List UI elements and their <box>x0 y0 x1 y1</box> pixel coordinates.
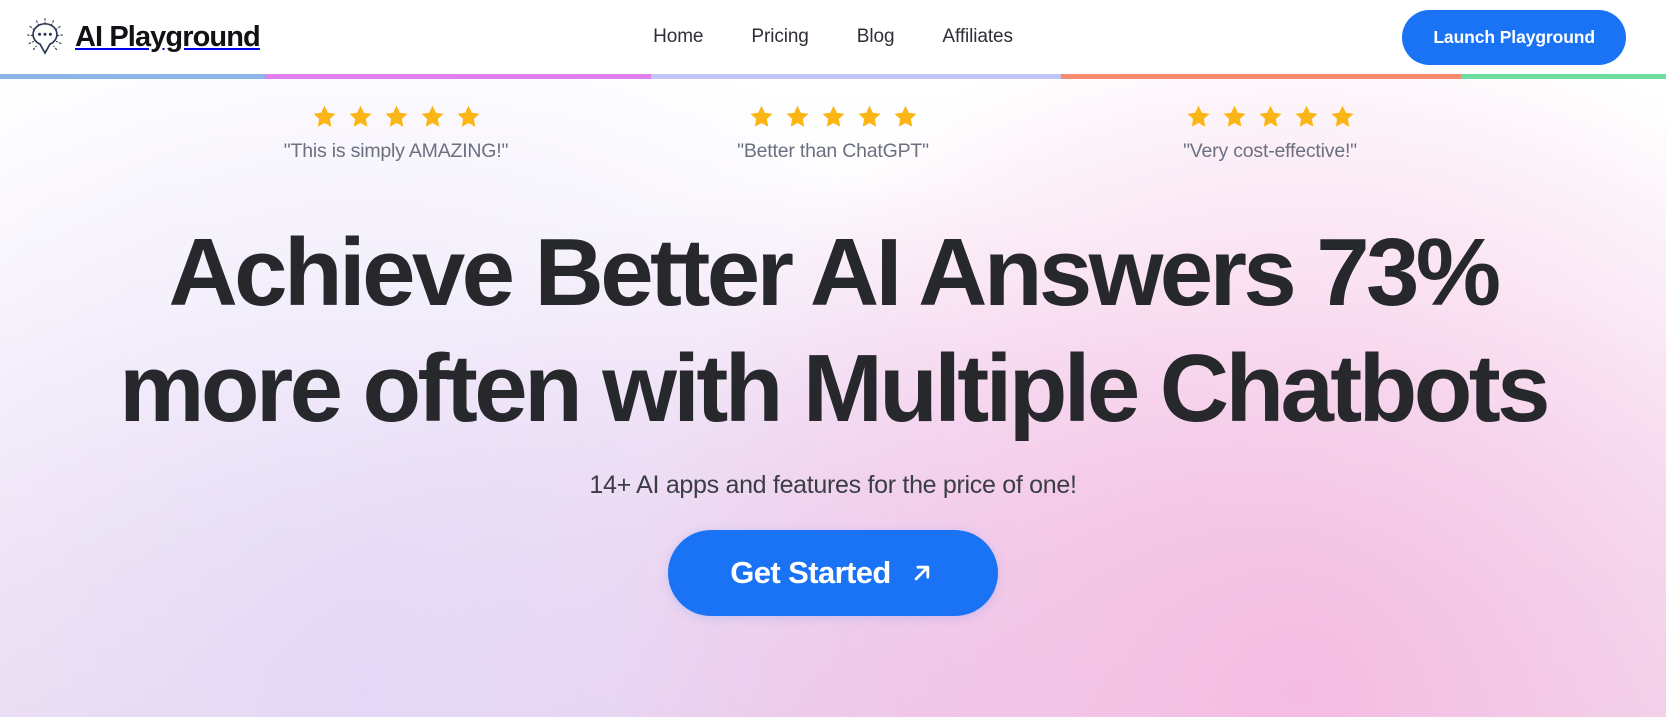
nav-item-pricing[interactable]: Pricing <box>751 26 808 48</box>
brand-logo-link[interactable]: AI Playground <box>24 16 261 58</box>
hero-section: "This is simply AMAZING!" "Better than C… <box>0 79 1666 717</box>
star-icon <box>348 104 373 129</box>
hero-headline: Achieve Better AI Answers 73% more often… <box>0 215 1666 447</box>
color-bar-segment-5 <box>1461 74 1666 79</box>
get-started-label: Get Started <box>730 555 891 591</box>
landing-page: AI Playground Home Pricing Blog Affiliat… <box>0 0 1666 717</box>
main-nav: Home Pricing Blog Affiliates <box>653 26 1013 48</box>
get-started-button[interactable]: Get Started <box>668 530 998 617</box>
hero-cta-wrap: Get Started <box>0 530 1666 617</box>
star-icon <box>1294 104 1319 129</box>
testimonial-1: "This is simply AMAZING!" <box>178 104 615 163</box>
star-icon <box>1222 104 1247 129</box>
star-rating-3 <box>1052 104 1489 129</box>
nav-item-home[interactable]: Home <box>653 26 703 48</box>
nav-item-affiliates[interactable]: Affiliates <box>942 26 1013 48</box>
site-header: AI Playground Home Pricing Blog Affiliat… <box>0 0 1666 74</box>
star-icon <box>785 104 810 129</box>
testimonials-row: "This is simply AMAZING!" "Better than C… <box>0 79 1666 163</box>
headline-line-1: Achieve Better AI Answers 73% <box>168 219 1501 326</box>
gradient-divider-bar <box>0 74 1666 79</box>
launch-playground-button[interactable]: Launch Playground <box>1402 9 1626 65</box>
color-bar-segment-2 <box>264 74 652 79</box>
testimonial-quote: "This is simply AMAZING!" <box>283 140 509 162</box>
star-icon <box>1186 104 1211 129</box>
star-icon <box>384 104 409 129</box>
testimonial-quote: "Very cost-effective!" <box>1183 140 1357 162</box>
star-icon <box>456 104 481 129</box>
color-bar-segment-4 <box>1061 74 1462 79</box>
arrow-up-right-icon <box>908 559 936 587</box>
star-rating-1 <box>178 104 615 129</box>
headline-line-2: more often with Multiple Chatbots <box>119 335 1550 443</box>
brand-name: AI Playground <box>75 20 261 53</box>
hero-subheadline: 14+ AI apps and features for the price o… <box>589 471 1077 500</box>
star-icon <box>420 104 445 129</box>
testimonial-quote: "Better than ChatGPT" <box>737 140 929 162</box>
testimonial-2: "Better than ChatGPT" <box>615 104 1052 163</box>
star-icon <box>821 104 846 129</box>
nav-item-blog[interactable]: Blog <box>857 26 895 48</box>
color-bar-segment-3 <box>651 74 1062 79</box>
star-icon <box>749 104 774 129</box>
color-bar-segment-1 <box>0 74 265 79</box>
chat-bubble-sun-icon <box>24 16 66 58</box>
star-icon <box>893 104 918 129</box>
testimonial-3: "Very cost-effective!" <box>1052 104 1489 163</box>
star-rating-2 <box>615 104 1052 129</box>
star-icon <box>1330 104 1355 129</box>
star-icon <box>857 104 882 129</box>
star-icon <box>312 104 337 129</box>
star-icon <box>1258 104 1283 129</box>
